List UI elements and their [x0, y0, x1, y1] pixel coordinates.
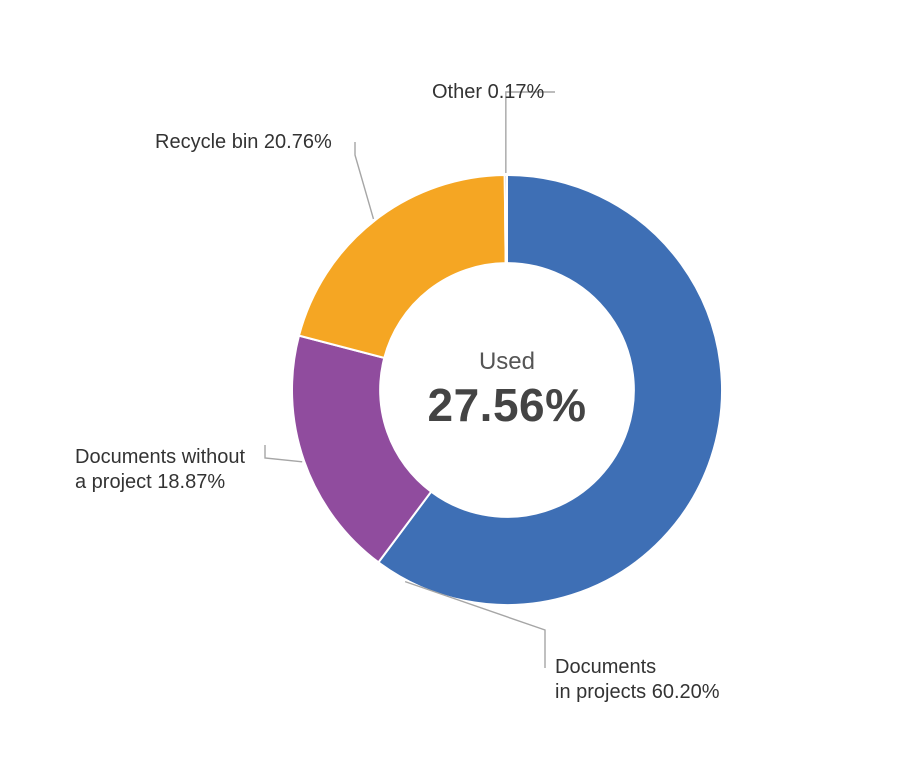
callout-without-line2: a project 18.87% — [75, 470, 245, 495]
donut-slices — [292, 175, 722, 605]
slice-other[interactable] — [505, 175, 507, 263]
callout-recycle-bin: Recycle bin 20.76% — [155, 130, 332, 155]
callout-documents-without-project: Documents without a project 18.87% — [75, 445, 245, 495]
callout-inproj-line2: in projects 60.20% — [555, 680, 720, 705]
callout-other: Other 0.17% — [432, 80, 544, 105]
callout-recycle-text: Recycle bin 20.76% — [155, 131, 332, 153]
donut-chart-svg — [0, 0, 910, 780]
donut-chart-stage: Used 27.56% Other 0.17% Recycle bin 20.7… — [0, 0, 910, 780]
slice-recycle-bin[interactable] — [299, 175, 506, 358]
callout-without-line1: Documents without — [75, 445, 245, 470]
callout-inproj-line1: Documents — [555, 655, 720, 680]
callout-other-text: Other 0.17% — [432, 81, 544, 103]
callout-documents-in-projects: Documents in projects 60.20% — [555, 655, 720, 705]
